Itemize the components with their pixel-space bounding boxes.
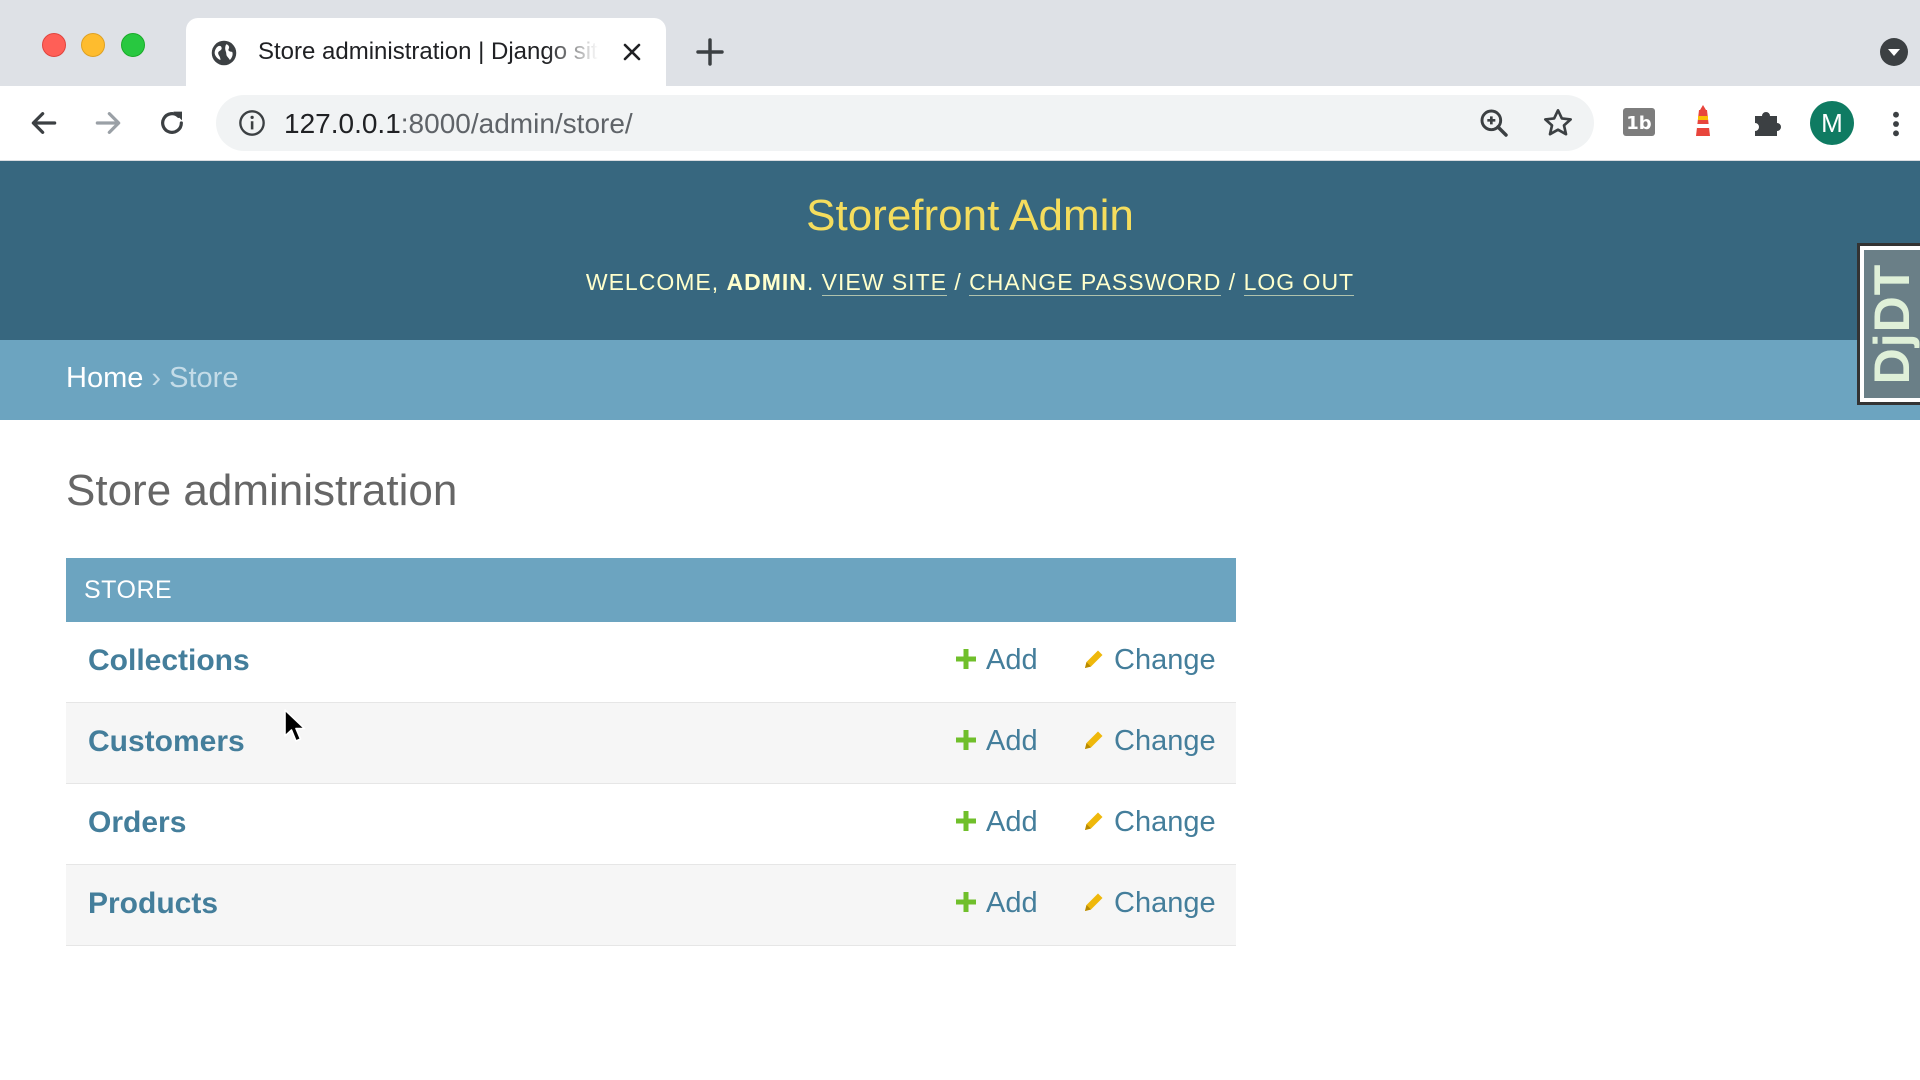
model-link-collections[interactable]: Collections	[88, 644, 250, 678]
tools-separator: /	[946, 269, 970, 295]
back-arrow-icon[interactable]	[28, 107, 60, 139]
module-caption[interactable]: STORE	[66, 558, 1236, 622]
add-label: Add	[986, 725, 1038, 757]
username: admin	[726, 269, 807, 295]
tools-separator: /	[1221, 269, 1244, 295]
model-link-orders[interactable]: Orders	[88, 806, 186, 840]
browser-toolbar: 127.0.0.1:8000/admin/store/ 1b M	[0, 86, 1920, 161]
address-bar[interactable]: 127.0.0.1:8000/admin/store/	[216, 95, 1594, 151]
table-row: Orders Add Change	[66, 784, 1236, 865]
table-row: Products Add Change	[66, 865, 1236, 946]
change-label: Change	[1114, 806, 1216, 838]
tab-extension-icon[interactable]: 1b	[1619, 102, 1659, 142]
profile-avatar[interactable]: M	[1810, 101, 1854, 145]
new-tab-icon[interactable]	[694, 36, 726, 68]
add-customer-button[interactable]: Add	[954, 725, 1038, 758]
admin-header: Storefront Admin Welcome, admin. View si…	[0, 161, 1920, 340]
pencil-icon	[1085, 731, 1103, 749]
change-password-link[interactable]: Change password	[969, 269, 1222, 296]
reload-icon[interactable]	[156, 107, 188, 139]
svg-text:1b: 1b	[1626, 113, 1652, 134]
browser-tab-active[interactable]: Store administration | Django site admin	[186, 18, 666, 86]
add-collection-button[interactable]: Add	[954, 644, 1038, 677]
browser-tabstrip: Store administration | Django site admin	[0, 0, 1920, 86]
more-menu-icon[interactable]	[1880, 108, 1912, 140]
add-product-button[interactable]: Add	[954, 887, 1038, 920]
debug-toolbar-handle-face: DjDT	[1864, 250, 1920, 398]
log-out-link[interactable]: Log out	[1243, 269, 1355, 296]
bookmark-star-icon[interactable]	[1542, 107, 1574, 139]
tab-close-icon[interactable]	[620, 40, 644, 64]
welcome-separator: .	[806, 269, 822, 295]
plus-icon	[956, 730, 976, 750]
change-product-button[interactable]: Change	[1082, 887, 1216, 920]
change-label: Change	[1114, 725, 1216, 757]
site-info-icon[interactable]	[238, 109, 266, 137]
url-path: :8000/admin/store/	[400, 108, 633, 139]
zoom-icon[interactable]	[1478, 107, 1510, 139]
pencil-icon	[1085, 812, 1103, 830]
mouse-pointer-icon	[284, 709, 306, 742]
page-title: Store administration	[66, 466, 458, 515]
add-label: Add	[986, 644, 1038, 676]
extensions-puzzle-icon[interactable]	[1747, 102, 1787, 142]
tab-title: Store administration | Django site admin	[258, 38, 598, 65]
site-branding[interactable]: Storefront Admin	[0, 191, 1920, 241]
view-site-link[interactable]: View site	[821, 269, 947, 296]
tab-search-button[interactable]	[1880, 38, 1908, 66]
store-app-module: STORE Collections Add Change Customers A…	[66, 558, 1236, 946]
pencil-icon	[1085, 893, 1103, 911]
debug-toolbar-label: DjDT	[1864, 263, 1920, 385]
welcome-text: Welcome,	[585, 269, 727, 295]
breadcrumb-current: Store	[169, 362, 239, 394]
window-maximize-button[interactable]	[121, 33, 145, 57]
pencil-icon	[1085, 650, 1103, 668]
chevron-down-icon	[1888, 49, 1900, 56]
forward-arrow-icon[interactable]	[92, 107, 124, 139]
user-tools: Welcome, admin. View site / Change passw…	[0, 269, 1920, 296]
change-customer-button[interactable]: Change	[1082, 725, 1216, 758]
table-row: Collections Add Change	[66, 622, 1236, 703]
breadcrumb: Home › Store	[0, 340, 1920, 420]
debug-toolbar-handle[interactable]: DjDT	[1857, 243, 1920, 405]
model-link-products[interactable]: Products	[88, 887, 218, 921]
lighthouse-extension-icon[interactable]	[1683, 102, 1723, 142]
plus-icon	[956, 649, 976, 669]
globe-icon	[211, 40, 237, 66]
breadcrumb-home-link[interactable]: Home	[66, 362, 143, 394]
window-close-button[interactable]	[42, 33, 66, 57]
change-label: Change	[1114, 887, 1216, 919]
plus-icon	[956, 811, 976, 831]
window-minimize-button[interactable]	[81, 33, 105, 57]
change-label: Change	[1114, 644, 1216, 676]
change-collection-button[interactable]: Change	[1082, 644, 1216, 677]
add-label: Add	[986, 806, 1038, 838]
add-label: Add	[986, 887, 1038, 919]
breadcrumb-separator: ›	[143, 362, 170, 394]
add-order-button[interactable]: Add	[954, 806, 1038, 839]
url-host: 127.0.0.1	[284, 108, 401, 139]
plus-icon	[956, 892, 976, 912]
change-order-button[interactable]: Change	[1082, 806, 1216, 839]
model-link-customers[interactable]: Customers	[88, 725, 245, 759]
url-text[interactable]: 127.0.0.1:8000/admin/store/	[284, 108, 633, 140]
table-row: Customers Add Change	[66, 703, 1236, 784]
